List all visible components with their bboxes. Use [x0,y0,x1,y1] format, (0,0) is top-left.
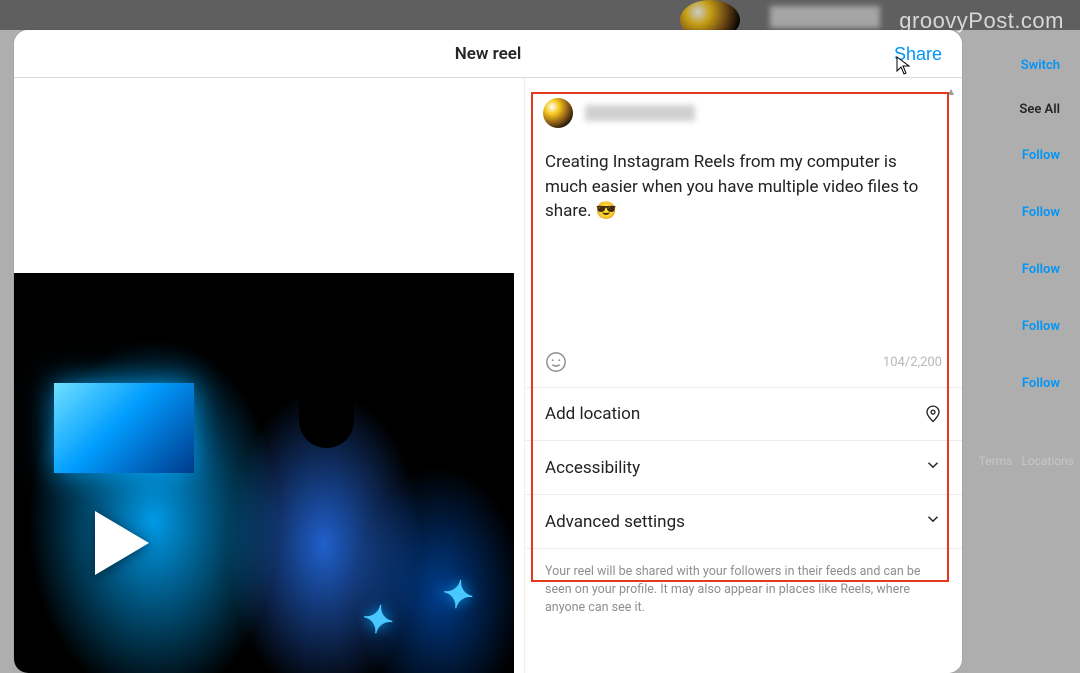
username-redacted [770,6,880,28]
footer-links: Terms Locations [979,454,1074,468]
add-location-label: Add location [545,404,640,424]
reel-disclosure-text: Your reel will be shared with your follo… [525,548,962,635]
advanced-settings-row[interactable]: Advanced settings [525,494,962,548]
details-pane: Creating Instagram Reels from my compute… [524,78,962,673]
play-button[interactable] [74,498,164,588]
author-row [525,78,962,136]
scroll-up-icon[interactable] [948,80,960,92]
stage-light: ✦ [358,596,397,646]
switch-account-link[interactable]: Switch [1021,58,1060,73]
caption-textarea[interactable]: Creating Instagram Reels from my compute… [525,136,962,341]
see-all-link[interactable]: See All [1019,102,1060,117]
accessibility-label: Accessibility [545,458,640,478]
stage-light: ✦ [438,571,477,621]
video-thumbnail[interactable]: ✦ ✦ [14,273,514,673]
footer-terms[interactable]: Terms [979,454,1013,468]
modal-header: New reel Share [14,30,962,78]
follow-link[interactable]: Follow [1022,319,1060,334]
new-reel-modal: New reel Share ✦ ✦ [14,30,962,673]
stage-prop [299,273,354,448]
share-button[interactable]: Share [894,30,942,78]
right-sidebar: Switch See All Follow Follow Follow Foll… [960,0,1080,673]
avatar [543,98,573,128]
follow-link[interactable]: Follow [1022,148,1060,163]
caption-text: Creating Instagram Reels from my compute… [545,152,918,221]
follow-link[interactable]: Follow [1022,262,1060,277]
modal-title: New reel [14,44,962,64]
follow-link[interactable]: Follow [1022,205,1060,220]
chevron-down-icon [924,456,942,479]
chevron-down-icon [924,510,942,533]
caption-footer: 104/2,200 [525,341,962,387]
video-preview-pane: ✦ ✦ [14,78,524,673]
add-location-row[interactable]: Add location [525,387,962,440]
character-count: 104/2,200 [883,355,942,370]
username-redacted [585,105,695,121]
location-pin-icon [924,403,942,425]
follow-suggestions: Follow Follow Follow Follow Follow [1022,148,1060,391]
stage-prop [401,273,429,393]
modal-body: ✦ ✦ Creating Instagram Reels from my com… [14,78,962,673]
footer-locations[interactable]: Locations [1021,454,1074,468]
stage-screen [54,383,194,473]
advanced-settings-label: Advanced settings [545,512,685,532]
accessibility-row[interactable]: Accessibility [525,440,962,494]
follow-link[interactable]: Follow [1022,376,1060,391]
emoji-picker-icon[interactable] [545,351,567,373]
